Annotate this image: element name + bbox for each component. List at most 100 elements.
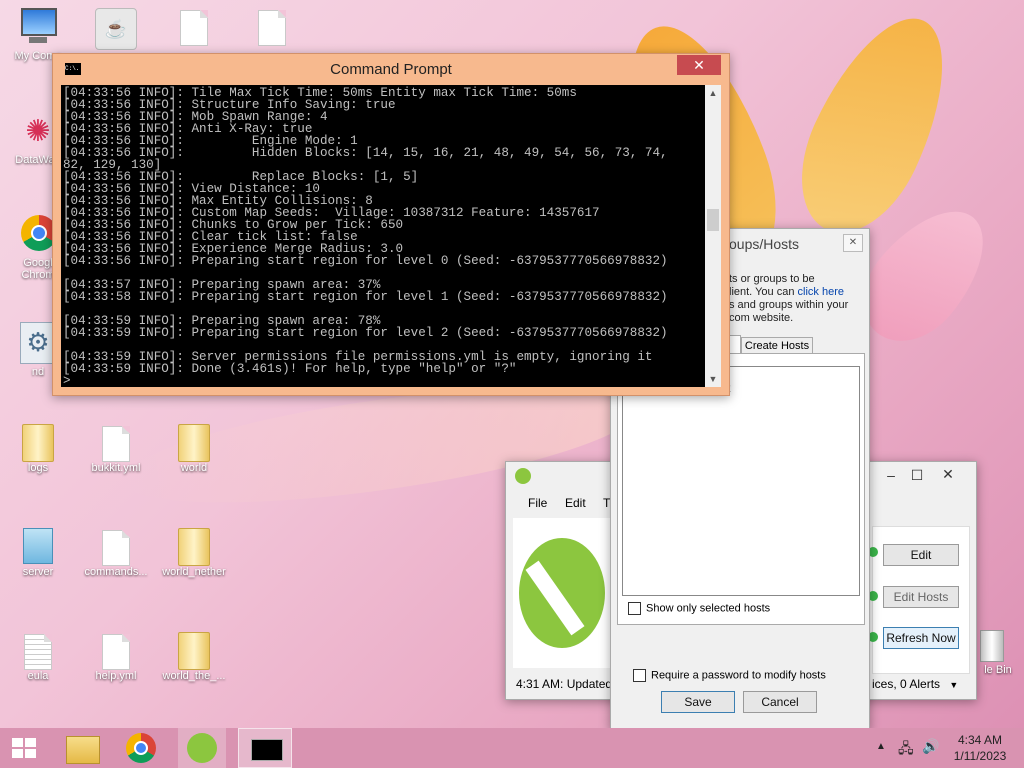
clock-time: 4:34 AM: [957, 733, 1003, 747]
volume-icon[interactable]: 🔊: [922, 738, 939, 755]
gear-icon: ⚙: [20, 322, 56, 364]
scroll-up-icon[interactable]: ▲: [705, 85, 721, 101]
taskbar-chrome[interactable]: [118, 728, 166, 768]
desktop-icon-commands[interactable]: commands...: [80, 530, 152, 578]
alerts-text: ices, 0 Alerts: [872, 677, 941, 691]
desktop-icon-java[interactable]: ☕: [80, 8, 152, 52]
show-only-selected-checkbox[interactable]: [628, 602, 641, 615]
java-icon: ☕: [95, 8, 137, 50]
desktop-icon-label: world: [180, 462, 208, 474]
maximize-button[interactable]: ☐: [904, 465, 930, 485]
clock[interactable]: 4:34 AM 1/11/2023: [948, 732, 1012, 764]
console-text: [04:33:56 INFO]: Tile Max Tick Time: 50m…: [63, 86, 668, 387]
edit-hosts-button[interactable]: Edit Hosts: [883, 586, 959, 608]
menu-file[interactable]: File: [528, 496, 547, 510]
file-icon: [180, 10, 208, 46]
text-file-icon: [24, 634, 52, 670]
notepad-icon: [23, 528, 53, 564]
desc-text: lient. You can: [729, 286, 798, 298]
require-password-checkbox[interactable]: [633, 669, 646, 682]
edit-button[interactable]: Edit: [883, 544, 959, 566]
require-password-label: Require a password to modify hosts: [651, 669, 826, 682]
windows-icon: [12, 738, 36, 758]
scroll-down-icon[interactable]: ▼: [705, 371, 721, 387]
desktop-icon-label: nd: [31, 366, 45, 378]
close-button[interactable]: ✕: [843, 234, 863, 252]
desktop-icon-file[interactable]: [158, 10, 230, 46]
folder-icon: [178, 424, 210, 462]
noip-logo-mark: [519, 538, 605, 648]
desktop-icon-label: le Bin: [984, 664, 1012, 676]
minimize-button[interactable]: –: [878, 465, 904, 485]
desc-line: ts or groups to be: [729, 273, 815, 285]
show-only-selected-label: Show only selected hosts: [646, 602, 771, 615]
noip-status-text: 4:31 AM: Updated: [516, 677, 613, 691]
chrome-icon: [21, 215, 57, 255]
desktop-icon-world-nether[interactable]: world_nether: [158, 528, 230, 578]
command-prompt-window: C:\. Command Prompt ✕ [04:33:56 INFO]: T…: [52, 53, 730, 396]
file-icon: [102, 426, 130, 462]
console-output[interactable]: [04:33:56 INFO]: Tile Max Tick Time: 50m…: [61, 85, 705, 387]
taskbar-cmd[interactable]: [238, 728, 292, 768]
desktop-icon-label: bukkit.yml: [91, 462, 141, 474]
taskbar-explorer[interactable]: [58, 728, 106, 768]
desktop-icon-label: world_the_...: [162, 670, 226, 682]
clock-date: 1/11/2023: [953, 749, 1007, 763]
desc-line: s and groups within your: [729, 299, 849, 311]
file-icon: [258, 10, 286, 46]
dialog-desc: ts or groups to be lient. You can click …: [729, 273, 867, 325]
folder-icon: [22, 424, 54, 462]
desktop-icon-eula[interactable]: eula: [2, 634, 74, 682]
cancel-button[interactable]: Cancel: [743, 691, 817, 713]
alerts-summary[interactable]: ices, 0 Alerts ▼: [872, 677, 958, 691]
chrome-icon: [126, 733, 156, 763]
show-hidden-icons[interactable]: ▲: [876, 741, 886, 752]
desktop-icon-label: server: [22, 566, 54, 578]
desktop-icon-label: eula: [27, 670, 49, 682]
menu-edit[interactable]: Edit: [565, 496, 586, 510]
hosts-list[interactable]: t: [622, 366, 860, 596]
recycle-bin-icon: [980, 630, 1004, 662]
computer-icon: [21, 8, 57, 48]
taskbar-noip[interactable]: [178, 728, 226, 768]
desktop-icon-world-the-end[interactable]: world_the_...: [158, 632, 230, 682]
folder-icon: [178, 632, 210, 670]
desktop-icon-label: commands...: [84, 566, 148, 578]
refresh-now-button[interactable]: Refresh Now: [883, 627, 959, 649]
file-icon: [102, 634, 130, 670]
desc-line: com website.: [729, 312, 794, 324]
desktop-icon-file[interactable]: [236, 10, 308, 46]
desktop-icon-label: logs: [27, 462, 49, 474]
close-button[interactable]: ✕: [928, 464, 968, 484]
scroll-thumb[interactable]: [707, 209, 719, 231]
show-only-selected[interactable]: Show only selected hosts: [628, 602, 770, 615]
desktop-icon-logs[interactable]: logs: [2, 424, 74, 474]
datawag-icon: ✺: [25, 115, 51, 148]
desc-line: lient. You can click here: [729, 286, 867, 299]
noip-icon: [515, 468, 531, 484]
taskbar: ▲ 🖧 🔊 4:34 AM 1/11/2023: [0, 728, 1024, 768]
cmd-icon: [251, 739, 283, 761]
folder-icon: [178, 528, 210, 566]
desktop-icon-label: help.yml: [95, 670, 137, 682]
chevron-down-icon: ▼: [949, 680, 959, 690]
desktop-icon-bukkit[interactable]: bukkit.yml: [80, 426, 152, 474]
desktop-icon-server[interactable]: server: [2, 528, 74, 578]
save-button[interactable]: Save: [661, 691, 735, 713]
desktop-icon-help[interactable]: help.yml: [80, 634, 152, 682]
desktop-icon-label: world_nether: [162, 566, 226, 578]
desktop-icon-world[interactable]: world: [158, 424, 230, 474]
noip-logo: [513, 518, 611, 668]
close-button[interactable]: ✕: [677, 55, 721, 75]
start-button[interactable]: [0, 728, 48, 768]
network-icon[interactable]: 🖧: [898, 738, 914, 762]
console-scrollbar[interactable]: ▲ ▼: [705, 85, 721, 387]
file-icon: [102, 530, 130, 566]
require-password[interactable]: Require a password to modify hosts: [633, 669, 826, 682]
cmd-title: Command Prompt: [330, 61, 452, 78]
noip-menubar: File Edit T: [514, 492, 614, 514]
tab-create-hosts[interactable]: Create Hosts: [741, 337, 813, 354]
click-here-link[interactable]: click here: [798, 286, 844, 298]
folder-icon: [66, 736, 100, 764]
noip-icon: [187, 733, 217, 763]
